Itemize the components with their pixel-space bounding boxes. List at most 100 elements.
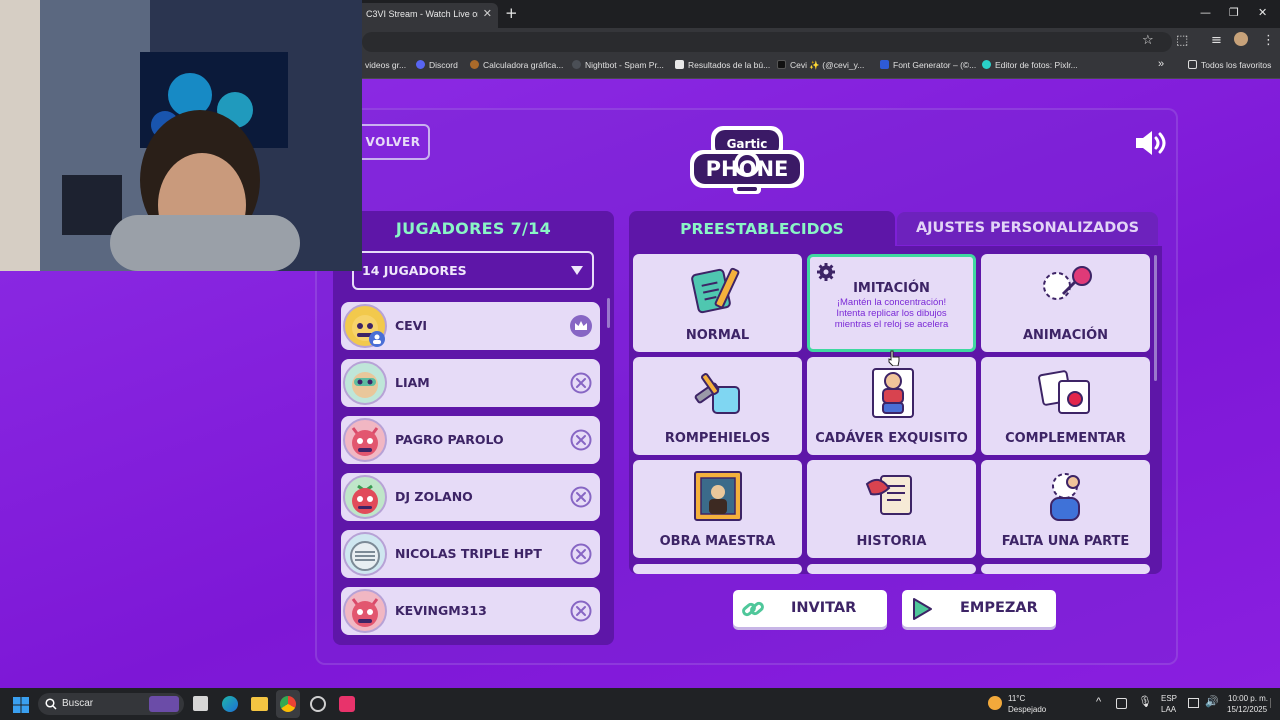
browser-tab[interactable]: C3VI Stream - Watch Live on Ki ✕ (356, 3, 498, 28)
weather-desc[interactable]: Despejado (1008, 705, 1046, 715)
all-favorites[interactable]: Todos los favoritos (1188, 60, 1271, 70)
bookmark-item[interactable]: Editor de fotos: Pixlr... (982, 60, 1078, 70)
presets-scrollbar[interactable] (1154, 255, 1157, 381)
bookmarks-more-icon[interactable]: » (1158, 58, 1164, 70)
close-tab-icon[interactable]: ✕ (483, 3, 492, 25)
taskbar-search[interactable]: Buscar (38, 693, 184, 715)
notepad-pencil-icon (691, 267, 740, 314)
player-row: NICOLAS TRIPLE HPT (341, 530, 600, 578)
restore-icon[interactable]: ❐ (1229, 6, 1239, 19)
remove-player-icon[interactable] (570, 372, 592, 394)
extensions-icon[interactable]: ⬚ (1176, 33, 1188, 49)
file-explorer-icon[interactable] (251, 697, 268, 711)
bookmark-item[interactable]: Resultados de la bú... (675, 60, 770, 70)
show-desktop-button[interactable] (1270, 698, 1279, 708)
gear-icon[interactable] (816, 262, 836, 282)
search-results-icon (675, 60, 684, 69)
player-name: LIAM (395, 375, 430, 390)
mode-animation[interactable]: ANIMACIÓN (981, 254, 1150, 352)
player-name: KEVINGM313 (395, 603, 487, 618)
avatar (343, 532, 387, 576)
back-button[interactable]: VOLVER (356, 124, 430, 160)
nightbot-icon (572, 60, 581, 69)
discord-icon (416, 60, 425, 69)
bookmark-item[interactable]: Discord (416, 60, 458, 70)
remove-player-icon[interactable] (570, 543, 592, 565)
clock-date[interactable]: 15/12/2025 (1227, 705, 1267, 715)
player-row: LIAM (341, 359, 600, 407)
mode-normal[interactable]: NORMAL (633, 254, 802, 352)
mode-description: ¡Mantén la concentración! Intenta replic… (834, 297, 949, 330)
mode-card-partial (807, 564, 976, 574)
hand-cursor-icon (888, 350, 900, 366)
search-highlight-image (149, 696, 179, 712)
speaker-icon[interactable] (1133, 129, 1167, 157)
close-window-icon[interactable]: ✕ (1258, 6, 1267, 19)
bookmark-item[interactable]: Cevi ✨ (@cevi_y... (777, 60, 864, 71)
remove-player-icon[interactable] (570, 429, 592, 451)
media-control-icon[interactable]: ≡ (1211, 33, 1222, 49)
windows-taskbar (0, 688, 1280, 720)
player-row: DJ ZOLANO (341, 473, 600, 521)
language-code[interactable]: ESP (1161, 694, 1177, 704)
weather-temp[interactable]: 11°C (1008, 694, 1025, 704)
bookmark-item[interactable]: Nightbot - Spam Pr... (572, 60, 664, 70)
chrome-icon[interactable] (280, 696, 296, 712)
player-count-select[interactable]: 14 JUGADORES (352, 251, 594, 290)
avatar (343, 589, 387, 633)
windows-start-icon[interactable] (13, 697, 29, 713)
obs-icon[interactable] (310, 696, 326, 712)
menu-icon[interactable]: ⋮ (1262, 33, 1275, 49)
start-button[interactable]: EMPEZAR (902, 590, 1056, 627)
tab-custom-settings[interactable]: AJUSTES PERSONALIZADOS (897, 212, 1158, 245)
pixlr-icon (982, 60, 991, 69)
mode-story[interactable]: HISTORIA (807, 460, 976, 558)
invite-button[interactable]: INVITAR (733, 590, 887, 627)
bookmark-item[interactable]: videos gr... (365, 60, 406, 70)
tiktok-live-icon[interactable] (339, 696, 355, 712)
mode-imitation[interactable]: IMITACIÓN ¡Mantén la concentración! Inte… (807, 254, 976, 352)
avatar (343, 475, 387, 519)
minimize-icon[interactable]: — (1200, 6, 1211, 19)
mode-complement[interactable]: COMPLEMENTAR (981, 357, 1150, 455)
search-icon (45, 698, 57, 710)
tray-app-icon[interactable] (1116, 698, 1127, 709)
bookmark-item[interactable]: Calculadora gráfica... (470, 60, 563, 70)
tiktok-icon (777, 60, 786, 69)
remove-player-icon[interactable] (570, 600, 592, 622)
tab-presets[interactable]: PREESTABLECIDOS (629, 211, 895, 247)
mode-exquisite-corpse[interactable]: CADÁVER EXQUISITO (807, 357, 976, 455)
mode-label: ROMPEHIELOS (664, 431, 771, 446)
link-icon (742, 601, 764, 617)
player-name: NICOLAS TRIPLE HPT (395, 546, 542, 561)
mode-label: CADÁVER EXQUISITO (815, 431, 968, 446)
players-scrollbar[interactable] (607, 298, 610, 328)
mode-title: IMITACIÓN (853, 281, 930, 296)
mode-masterpiece[interactable]: OBRA MAESTRA (633, 460, 802, 558)
bookmark-star-icon[interactable]: ☆ (1142, 33, 1154, 49)
remove-player-icon[interactable] (570, 486, 592, 508)
story-scroll-icon (865, 475, 912, 515)
mode-label: FALTA UNA PARTE (1001, 534, 1130, 549)
language-layout[interactable]: LAA (1161, 705, 1176, 715)
player-row: PAGRO PAROLO (341, 416, 600, 464)
animation-pin-icon (1043, 266, 1092, 300)
player-name: CEVI (395, 318, 428, 333)
profile-avatar[interactable] (1234, 32, 1248, 46)
task-view-icon[interactable] (193, 696, 208, 711)
clock-time[interactable]: 10:00 p. m. (1228, 694, 1268, 704)
mode-label: NORMAL (685, 328, 750, 343)
edge-icon[interactable] (222, 696, 238, 712)
missing-piece-icon (1050, 473, 1080, 521)
webcam-overlay (0, 0, 362, 271)
tray-chevron-icon[interactable]: ^ (1096, 697, 1101, 708)
play-icon (913, 598, 932, 620)
mode-icebreaker[interactable]: ROMPEHIELOS (633, 357, 802, 455)
volume-icon[interactable]: 🔊 (1205, 697, 1219, 708)
address-input[interactable] (362, 32, 1172, 52)
microphone-icon[interactable]: 🎙 (1138, 697, 1152, 708)
bookmark-item[interactable]: Font Generator – (©... (880, 60, 976, 70)
network-icon[interactable] (1188, 698, 1199, 708)
mode-missing-piece[interactable]: FALTA UNA PARTE (981, 460, 1150, 558)
new-tab-button[interactable]: + (505, 4, 518, 22)
